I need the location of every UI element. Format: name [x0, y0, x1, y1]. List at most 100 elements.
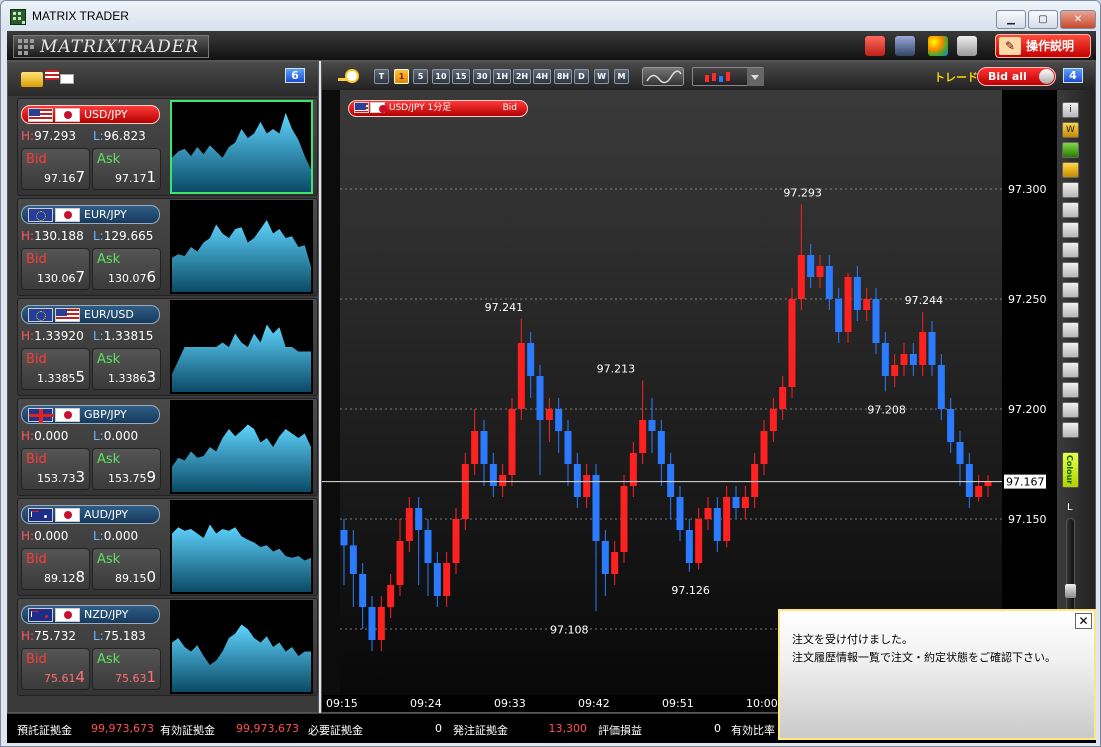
- bid-button[interactable]: Bid 153.733: [21, 448, 90, 490]
- currency-card[interactable]: NZD/JPY H:75.732 L:75.183 Bid 75.614 Ask 75.63…: [17, 598, 318, 696]
- timeframe-button[interactable]: 30: [473, 69, 491, 84]
- ask-price: 75.631: [115, 668, 156, 686]
- current-price-label: 97.167: [1006, 476, 1045, 489]
- print-icon[interactable]: [957, 36, 977, 56]
- pair-pill[interactable]: EUR/JPY: [21, 205, 160, 224]
- bid-price-main: 97.16: [43, 172, 76, 185]
- hline-icon[interactable]: [1062, 262, 1079, 278]
- help-icon: ✎: [999, 37, 1021, 55]
- pair-pill[interactable]: NZD/JPY: [21, 605, 160, 624]
- cursor-icon[interactable]: [1062, 202, 1079, 218]
- high-row: H:0.000: [21, 429, 68, 443]
- crosshair-icon[interactable]: [1062, 222, 1079, 238]
- notification-close-button[interactable]: ✕: [1075, 613, 1092, 629]
- currency-card[interactable]: GBP/JPY H:0.000 L:0.000 Bid 153.733 Ask 153.75…: [17, 398, 318, 496]
- bid-button[interactable]: Bid 75.614: [21, 648, 90, 690]
- candle-body: [555, 409, 563, 431]
- spark-chart[interactable]: [170, 600, 313, 694]
- news-icon[interactable]: W: [1062, 122, 1079, 138]
- eraser-icon[interactable]: [1062, 402, 1079, 418]
- info-icon[interactable]: i: [1062, 102, 1079, 118]
- low-key: L:: [93, 429, 104, 443]
- zoom-slider-handle[interactable]: [1065, 584, 1076, 598]
- pair-label: EUR/USD: [84, 308, 134, 321]
- currency-card[interactable]: EUR/JPY H:130.188 L:129.665 Bid 130.067 Ask 13…: [17, 198, 318, 296]
- timeframe-button[interactable]: 1H: [493, 69, 511, 84]
- timeframe-button[interactable]: 15: [452, 69, 470, 84]
- candle-body: [695, 519, 703, 563]
- vline-icon[interactable]: [1062, 282, 1079, 298]
- timeframe-button[interactable]: 10: [432, 69, 450, 84]
- briefcase-icon[interactable]: [865, 36, 885, 56]
- save-icon[interactable]: [895, 36, 915, 56]
- clock-icon[interactable]: [1062, 182, 1079, 198]
- timeframe-button[interactable]: 4H: [533, 69, 551, 84]
- candle-body: [583, 475, 591, 497]
- bid-button[interactable]: Bid 1.33855: [21, 348, 90, 390]
- spark-chart[interactable]: [170, 300, 313, 394]
- status-label: 必要証拠金: [308, 724, 363, 737]
- ask-button[interactable]: Ask 97.171: [92, 148, 161, 190]
- status-value: 0: [714, 722, 721, 735]
- grid-icon[interactable]: [1062, 342, 1079, 358]
- y-tick-label: 97.300: [1008, 183, 1047, 196]
- rate-count-badge[interactable]: 6: [285, 68, 305, 83]
- maximize-button[interactable]: ▢: [1028, 10, 1058, 29]
- close-button[interactable]: ✕: [1060, 10, 1096, 29]
- pair-pill[interactable]: AUD/JPY: [21, 505, 160, 524]
- currency-card[interactable]: EUR/USD H:1.33920 L:1.33815 Bid 1.33855 Ask 1.…: [17, 298, 318, 396]
- ask-price-last: 1: [146, 668, 156, 686]
- folder-icon[interactable]: [21, 72, 43, 87]
- pair-pill[interactable]: EUR/USD: [21, 305, 160, 324]
- bid-button[interactable]: Bid 97.167: [21, 148, 90, 190]
- timeframe-button[interactable]: W: [594, 69, 609, 84]
- palette-icon[interactable]: [928, 36, 948, 56]
- bid-all-toggle[interactable]: Bid all: [977, 67, 1056, 86]
- fib-icon[interactable]: [1062, 302, 1079, 318]
- timeframe-button[interactable]: 1: [394, 69, 409, 84]
- candle-body: [620, 486, 628, 552]
- timeframe-button[interactable]: 8H: [554, 69, 572, 84]
- spark-chart[interactable]: [170, 500, 313, 594]
- jp-flag-icon: [370, 102, 387, 113]
- ask-button[interactable]: Ask 75.631: [92, 648, 161, 690]
- indicator-wave-icon[interactable]: [642, 67, 684, 86]
- quote-flag-icon: [55, 408, 80, 422]
- pair-pill[interactable]: GBP/JPY: [21, 405, 160, 424]
- low-key: L:: [93, 529, 104, 543]
- ask-button[interactable]: Ask 130.076: [92, 248, 161, 290]
- bid-all-label: Bid all: [988, 70, 1027, 83]
- spark-chart[interactable]: [170, 400, 313, 494]
- currency-card[interactable]: AUD/JPY H:0.000 L:0.000 Bid 89.128 Ask 89.150: [17, 498, 318, 596]
- ask-button[interactable]: Ask 153.759: [92, 448, 161, 490]
- chart-icon[interactable]: [1062, 142, 1079, 158]
- flag-group-icon-2: [60, 74, 74, 84]
- chart-type-select[interactable]: [692, 67, 764, 86]
- timeframe-button[interactable]: D: [574, 69, 589, 84]
- chart-count-badge[interactable]: 4: [1063, 68, 1083, 83]
- channel-icon[interactable]: [1062, 322, 1079, 338]
- spark-chart[interactable]: [170, 100, 313, 194]
- help-button[interactable]: ✎ 操作説明: [995, 34, 1091, 58]
- zoom-icon[interactable]: [337, 68, 361, 85]
- timeframe-button[interactable]: 5: [413, 69, 428, 84]
- spark-chart[interactable]: [170, 200, 313, 294]
- bid-button[interactable]: Bid 89.128: [21, 548, 90, 590]
- text-icon[interactable]: [1062, 382, 1079, 398]
- timeframe-button[interactable]: T: [374, 69, 389, 84]
- ask-button[interactable]: Ask 89.150: [92, 548, 161, 590]
- alert-icon[interactable]: [1062, 162, 1079, 178]
- angle-icon[interactable]: [1062, 362, 1079, 378]
- timeframe-button[interactable]: 2H: [513, 69, 531, 84]
- colour-button[interactable]: Colour: [1062, 452, 1079, 488]
- trash-icon[interactable]: [1062, 422, 1079, 438]
- ask-button[interactable]: Ask 1.33863: [92, 348, 161, 390]
- bid-button[interactable]: Bid 130.067: [21, 248, 90, 290]
- minimize-button[interactable]: ▁: [996, 10, 1026, 29]
- spark-area: [172, 220, 311, 292]
- trendline-icon[interactable]: [1062, 242, 1079, 258]
- currency-card[interactable]: USD/JPY H:97.293 L:96.823 Bid 97.167 Ask 97.17…: [17, 98, 318, 196]
- timeframe-button[interactable]: M: [614, 69, 629, 84]
- candle-body: [685, 530, 693, 563]
- pair-pill[interactable]: USD/JPY: [21, 105, 160, 124]
